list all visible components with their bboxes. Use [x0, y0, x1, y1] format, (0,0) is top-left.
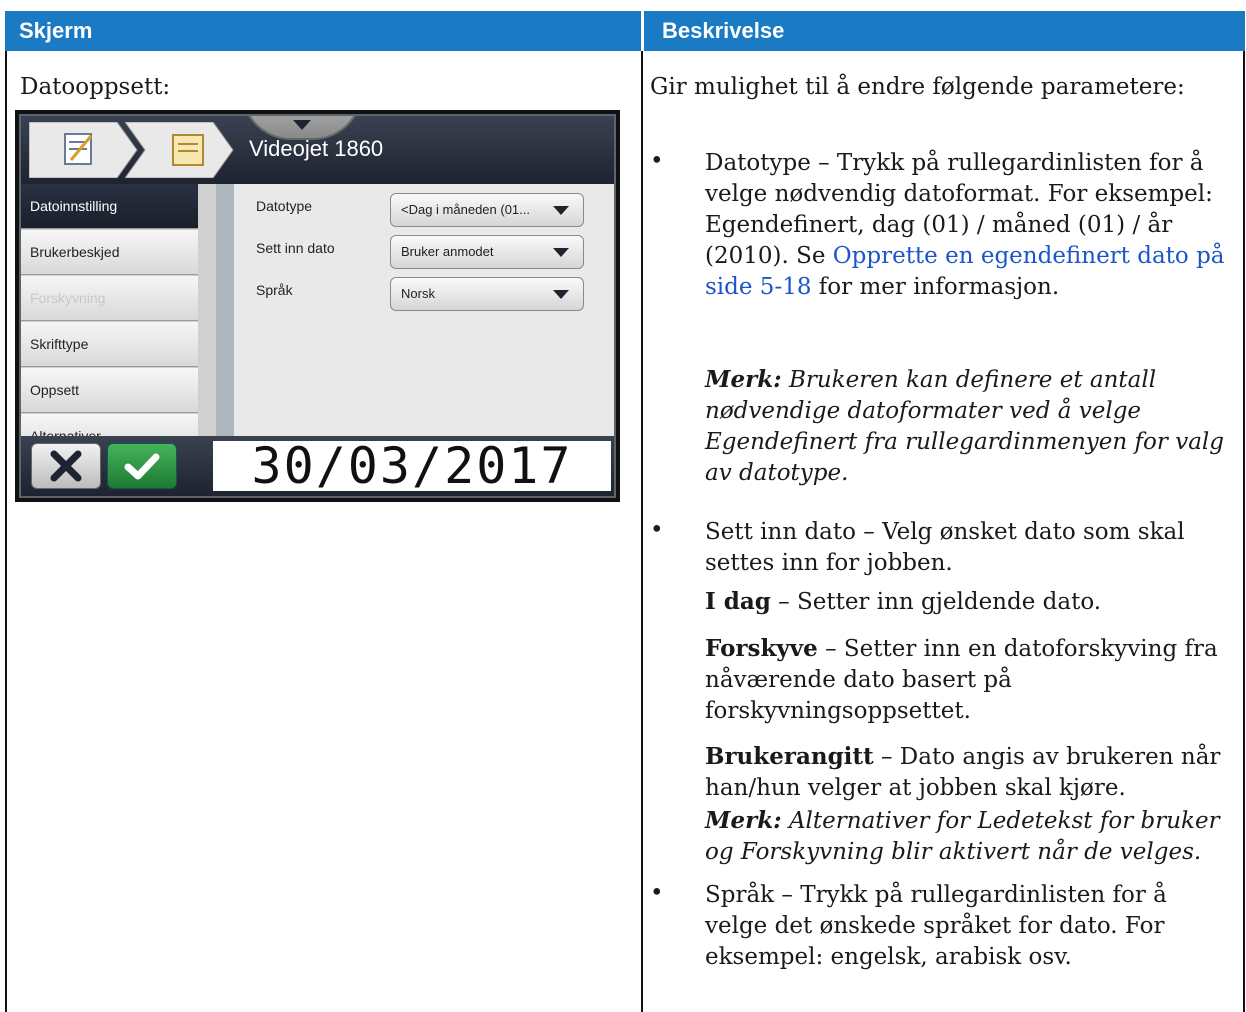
sprak-value: Norsk	[401, 286, 435, 301]
forskyve-description: Forskyve – Setter inn en datoforskyving …	[705, 635, 1218, 724]
column-header-screen: Skjerm	[5, 11, 641, 51]
device-footer: 30/03/2017	[21, 436, 614, 496]
bullet: •	[650, 517, 664, 543]
device-title: Videojet 1860	[249, 136, 384, 161]
sprak-description: Språk – Trykk på rullegardinlisten for å…	[705, 882, 1167, 970]
device-sidebar: Datoinnstilling Brukerbeskjed Forskyvnin…	[21, 184, 216, 459]
sidebar-item-skrifttype[interactable]: Skrifttype	[21, 322, 198, 367]
close-icon	[50, 450, 82, 482]
sidebar-item-forskyvning: Forskyvning	[21, 276, 198, 321]
sett-inn-description: Sett inn dato – Velg ønsket dato som ska…	[705, 519, 1185, 576]
column-divider	[641, 51, 643, 1012]
sprak-dropdown[interactable]: Norsk	[390, 277, 584, 311]
datotype-description: Datotype – Trykk på rullegardinlisten fo…	[705, 150, 1225, 300]
sidebar-scroll-gutter	[216, 184, 234, 436]
datotype-label: Datotype	[256, 198, 313, 214]
check-icon	[124, 453, 160, 480]
device-header: Videojet 1860	[21, 116, 614, 184]
chevron-down-icon	[553, 248, 569, 257]
datotype-value: <Dag i måneden (01...	[401, 202, 530, 217]
confirm-button[interactable]	[107, 443, 177, 489]
device-screenshot: Videojet 1860 Datoinnstilling Brukerbesk…	[15, 110, 620, 502]
date-preview: 30/03/2017	[213, 441, 611, 491]
intro-text: Gir mulighet til å endre følgende parame…	[650, 74, 1185, 100]
sidebar-item-oppsett[interactable]: Oppsett	[21, 368, 198, 413]
sidebar-item-datoinnstilling[interactable]: Datoinnstilling	[21, 184, 198, 229]
bullet: •	[650, 880, 664, 906]
datotype-dropdown[interactable]: <Dag i måneden (01...	[390, 193, 584, 227]
table-left-border	[5, 51, 7, 1012]
chevron-down-icon	[553, 290, 569, 299]
note-2: Merk: Alternativer for Ledetekst for bru…	[705, 807, 1220, 865]
screen-caption: Datooppsett:	[20, 74, 171, 100]
column-header-description: Beskrivelse	[644, 11, 1245, 51]
idag-description: I dag – Setter inn gjeldende dato.	[705, 588, 1102, 615]
brukerangitt-description: Brukerangitt – Dato angis av brukeren nå…	[705, 743, 1221, 801]
document-icon[interactable]	[125, 122, 235, 178]
device-settings-panel: Datotype <Dag i måneden (01... Sett inn …	[234, 184, 614, 436]
sett-inn-dato-label: Sett inn dato	[256, 240, 335, 256]
bullet: •	[650, 148, 664, 174]
sprak-label: Språk	[256, 282, 293, 298]
chevron-down-icon	[553, 206, 569, 215]
sidebar-item-brukerbeskjed[interactable]: Brukerbeskjed	[21, 230, 198, 275]
table-right-border	[1243, 51, 1245, 1012]
edit-document-icon[interactable]	[29, 122, 139, 178]
note-1: Merk: Brukeren kan definere et antall nø…	[705, 366, 1224, 486]
cancel-button[interactable]	[31, 443, 101, 489]
sett-inn-dato-dropdown[interactable]: Bruker anmodet	[390, 235, 584, 269]
sett-inn-dato-value: Bruker anmodet	[401, 244, 494, 259]
